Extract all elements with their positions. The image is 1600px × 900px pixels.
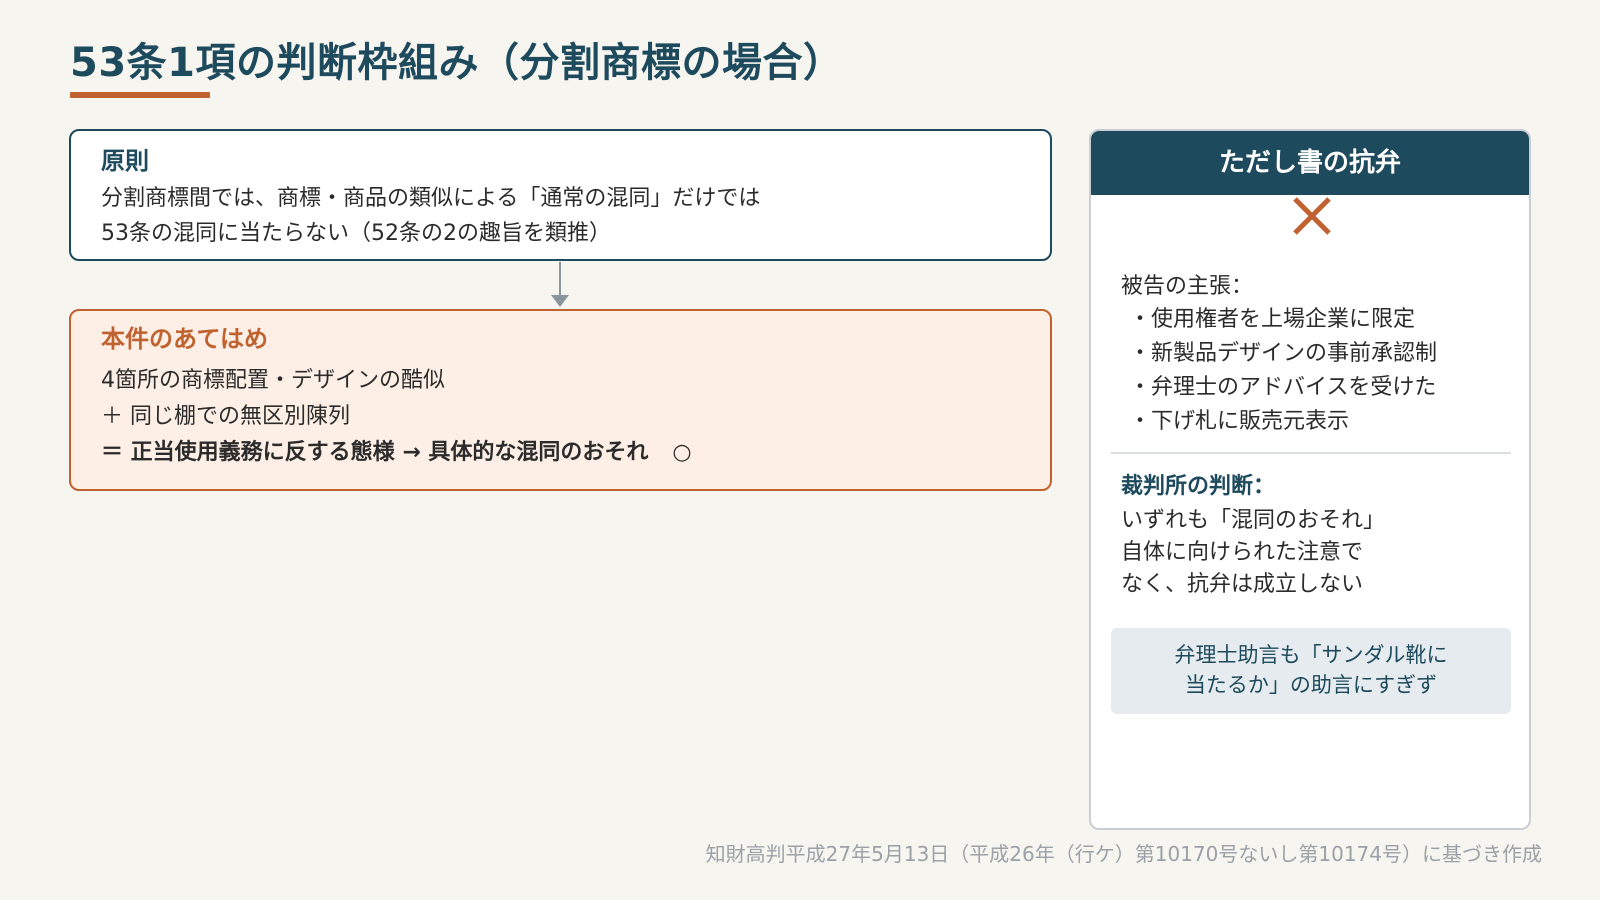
application-box: 本件のあてはめ 4箇所の商標配置・デザインの酷似 ＋ 同じ棚での無区別陳列 ＝ … <box>69 309 1052 491</box>
court-line-3: なく、抗弁は成立しない <box>1121 572 1364 597</box>
down-arrow-line <box>559 262 561 296</box>
claim-label: 被告の主張： <box>1121 274 1254 299</box>
panel-divider <box>1111 452 1511 454</box>
note-line-2: 当たるか」の助言にすぎず <box>1184 673 1438 697</box>
claim-item: ・弁理士のアドバイスを受けた <box>1129 375 1437 400</box>
conclusion-text: ＝ 正当使用義務に反する態様 → 具体的な混同のおそれ <box>101 440 649 465</box>
down-arrow-icon <box>551 295 569 307</box>
principle-heading: 原則 <box>101 147 149 175</box>
application-line-2: ＋ 同じ棚での無区別陳列 <box>101 404 350 429</box>
claim-item: ・使用権者を上場企業に限定 <box>1129 307 1416 332</box>
principle-line-2: 53条の混同に当たらない（52条の2の趣旨を類推） <box>101 221 611 246</box>
application-line-1: 4箇所の商標配置・デザインの酷似 <box>101 368 445 393</box>
court-label: 裁判所の判断： <box>1121 474 1276 499</box>
cross-icon <box>1293 197 1331 235</box>
page-title: 53条1項の判断枠組み（分割商標の場合） <box>70 40 844 86</box>
application-conclusion: ＝ 正当使用義務に反する態様 → 具体的な混同のおそれ ○ <box>101 435 1020 471</box>
court-line-2: 自体に向けられた注意で <box>1121 540 1364 565</box>
principle-line-1: 分割商標間では、商標・商品の類似による「通常の混同」だけでは <box>101 186 761 211</box>
title-underline <box>70 92 210 98</box>
claim-list: ・使用権者を上場企業に限定 ・新製品デザインの事前承認制 ・弁理士のアドバイスを… <box>1129 303 1437 439</box>
court-judgment: いずれも「混同のおそれ」 自体に向けられた注意で なく、抗弁は成立しない <box>1121 505 1385 601</box>
application-heading: 本件のあてはめ <box>101 325 269 353</box>
source-footnote: 知財高判平成27年5月13日（平成26年（行ケ）第10170号ないし第10174… <box>705 842 1542 866</box>
defense-panel: ただし書の抗弁 被告の主張： ・使用権者を上場企業に限定 ・新製品デザインの事前… <box>1089 129 1531 830</box>
principle-box: 原則 分割商標間では、商標・商品の類似による「通常の混同」だけでは 53条の混同… <box>69 129 1052 261</box>
note-box: 弁理士助言も「サンダル靴に 当たるか」の助言にすぎず <box>1111 628 1511 714</box>
note-line-1: 弁理士助言も「サンダル靴に <box>1174 643 1448 667</box>
defense-header: ただし書の抗弁 <box>1091 131 1529 195</box>
court-line-1: いずれも「混同のおそれ」 <box>1121 508 1386 533</box>
circle-mark: ○ <box>672 440 692 465</box>
claim-item: ・新製品デザインの事前承認制 <box>1129 341 1438 366</box>
claim-item: ・下げ札に販売元表示 <box>1129 409 1350 434</box>
